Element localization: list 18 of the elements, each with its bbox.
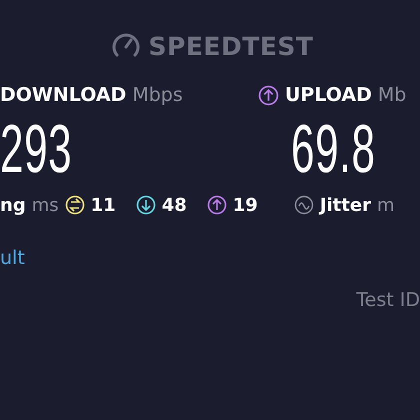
- arrow-up-icon: [258, 84, 279, 106]
- ping-label: ng: [0, 194, 26, 216]
- unit-label: ms: [32, 194, 59, 216]
- speed-value: 69.8: [291, 113, 371, 185]
- result-link[interactable]: ult: [0, 247, 25, 269]
- result-label: UPLOAD: [285, 84, 372, 106]
- ping-value: 19: [232, 194, 258, 216]
- unit-label: Mbps: [132, 84, 183, 106]
- speed-value: 293: [0, 113, 74, 185]
- ping-value: 11: [90, 194, 116, 216]
- wave-icon: [294, 195, 314, 215]
- logo-text: SPEEDTEST: [148, 32, 314, 60]
- result-label: DOWNLOAD: [0, 84, 126, 106]
- jitter-label: Jitter: [320, 194, 371, 216]
- unit-label: Mb: [378, 84, 406, 106]
- unit-label: m: [376, 194, 395, 216]
- test-id-label: Test ID: [356, 289, 420, 311]
- ping-value: 48: [162, 194, 187, 216]
